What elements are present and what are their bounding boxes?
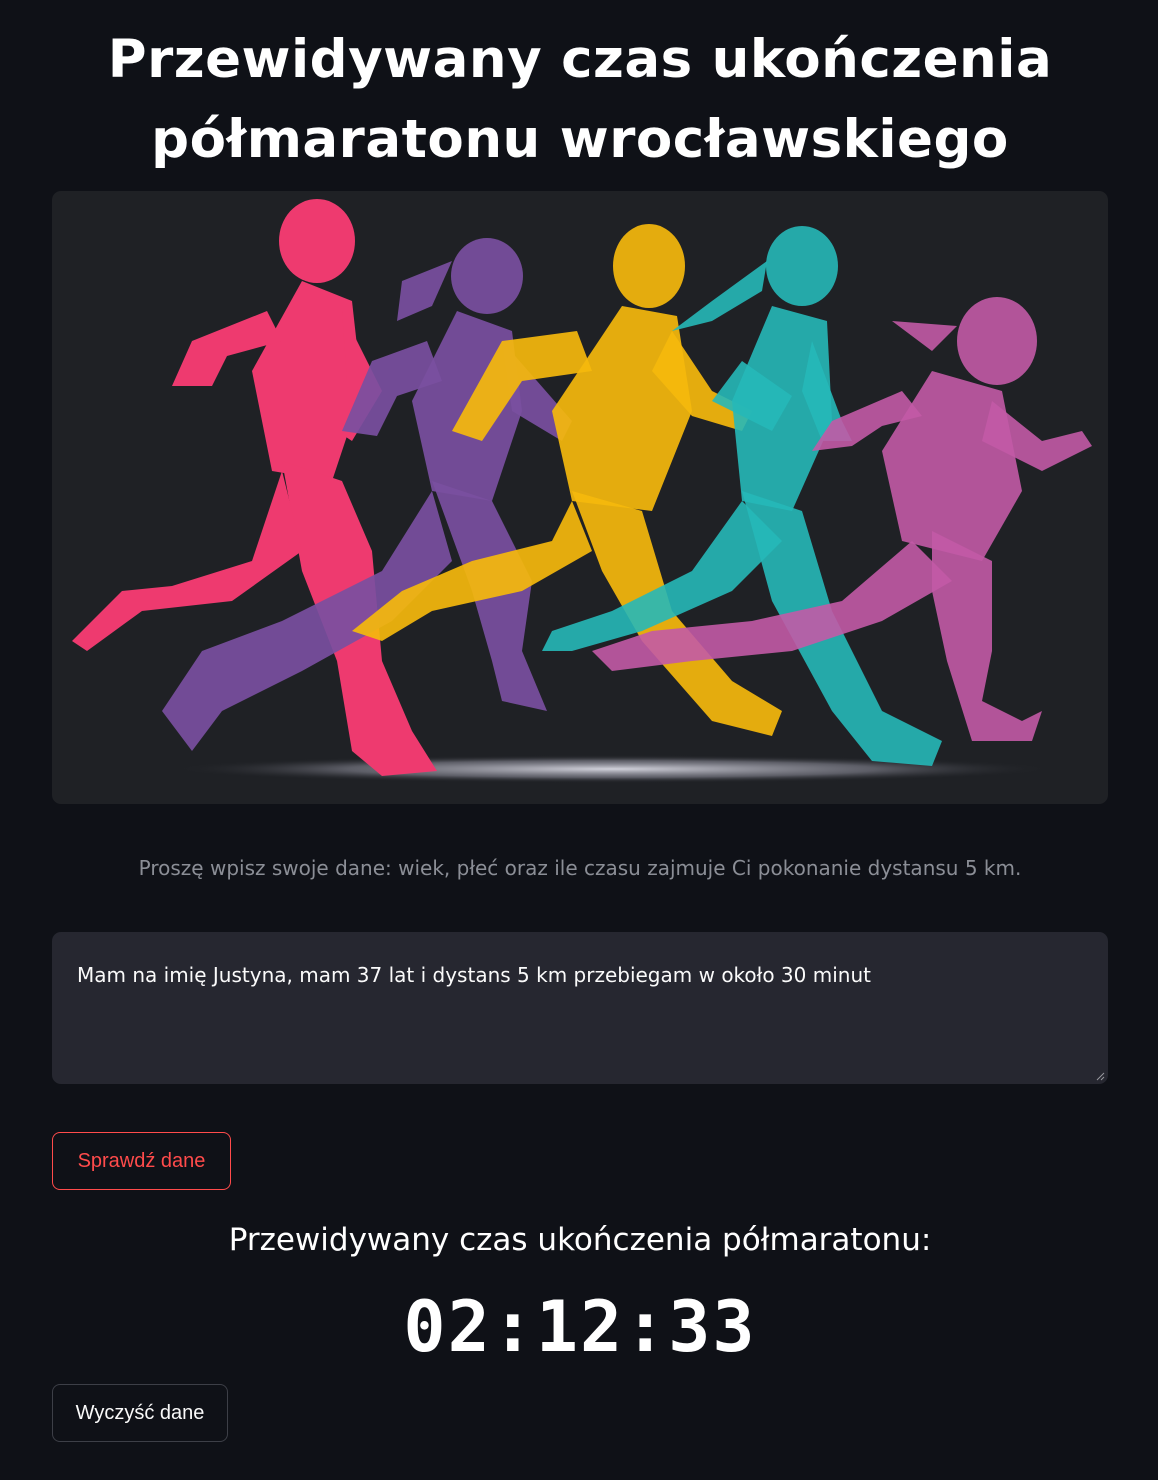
page-title-line2: półmaratonu wrocławskiego [151, 109, 1009, 170]
runners-hero-image [52, 191, 1108, 804]
clear-data-button[interactable]: Wyczyść dane [52, 1384, 228, 1442]
app-page: Przewidywany czas ukończenia półmaratonu… [0, 0, 1158, 1480]
user-data-textarea-container: Mam na imię Justyna, mam 37 lat i dystan… [52, 932, 1108, 1084]
runners-illustration [72, 199, 1092, 783]
result-label: Przewidywany czas ukończenia półmaratonu… [228, 1222, 932, 1258]
page-title-line1: Przewidywany czas ukończenia [107, 29, 1053, 90]
instructions-text: Proszę wpisz swoje dane: wiek, płeć oraz… [138, 856, 1022, 880]
check-data-button[interactable]: Sprawdź dane [52, 1132, 231, 1190]
resize-handle-icon[interactable] [1095, 1071, 1105, 1081]
page-title: Przewidywany czas ukończenia półmaratonu… [52, 20, 1108, 180]
user-data-textarea[interactable]: Mam na imię Justyna, mam 37 lat i dystan… [52, 932, 1108, 1084]
predicted-time: 02:12:33 [403, 1286, 757, 1368]
